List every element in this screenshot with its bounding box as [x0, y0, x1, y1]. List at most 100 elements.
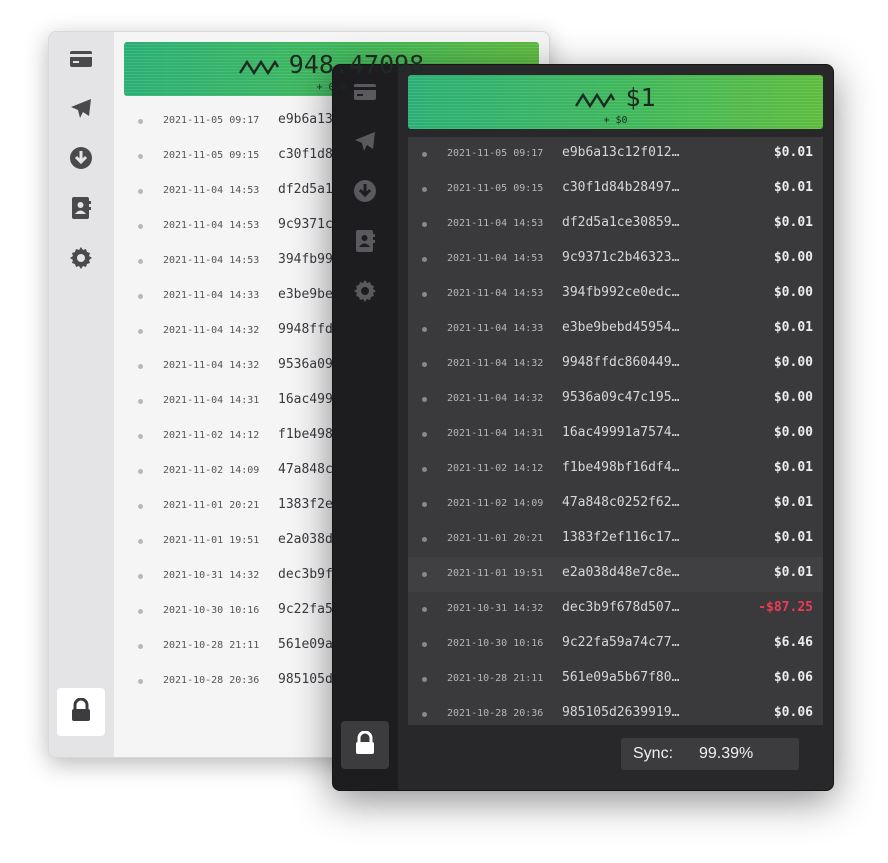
transaction-date: 2021-11-01 19:51: [163, 535, 260, 546]
transaction-date: 2021-11-04 14:32: [447, 358, 544, 369]
transaction-amount: $0.01: [773, 530, 813, 545]
transaction-date: 2021-10-30 10:16: [163, 605, 260, 616]
transaction-row[interactable]: 2021-11-04 14:53 df2d5a1ce30859… $0.01: [408, 207, 823, 242]
transaction-amount: $0.01: [773, 180, 813, 195]
card-icon[interactable]: [69, 47, 93, 71]
status-dot-icon: [138, 154, 143, 159]
transaction-hash: df2d5a1ce30859…: [562, 215, 680, 230]
status-dot-icon: [422, 642, 427, 647]
status-dot-icon: [422, 572, 427, 577]
transaction-row[interactable]: 2021-11-04 14:53 394fb992ce0edc… $0.00: [408, 277, 823, 312]
transaction-row[interactable]: 2021-11-04 14:31 16ac49991a7574… $0.00: [408, 417, 823, 452]
transaction-date: 2021-11-04 14:31: [447, 428, 544, 439]
balance-value: 948.47098: [288, 50, 425, 79]
transaction-amount: $0.01: [773, 320, 813, 335]
contacts-icon[interactable]: [353, 229, 377, 253]
transaction-row[interactable]: 2021-10-28 20:36 985105d2639919… $0.06: [408, 697, 823, 725]
transaction-date: 2021-11-04 14:53: [447, 253, 544, 264]
transaction-amount: $0.01: [773, 145, 813, 160]
transaction-hash: 9948ffd: [278, 322, 333, 337]
transaction-amount: -$87.25: [758, 600, 813, 615]
transaction-hash: 9c9371c2b46323…: [562, 250, 680, 265]
transaction-hash: 985105d: [278, 672, 333, 687]
transaction-date: 2021-10-31 14:32: [447, 603, 544, 614]
transaction-row[interactable]: 2021-11-01 19:51 e2a038d48e7c8e… $0.01: [408, 557, 823, 592]
transaction-row[interactable]: 2021-11-04 14:53 9c9371c2b46323… $0.00: [408, 242, 823, 277]
status-dot-icon: [138, 224, 143, 229]
transaction-hash: 9c22fa59a74c77…: [562, 635, 680, 650]
transaction-amount: $0.01: [773, 565, 813, 580]
transaction-amount: $0.00: [773, 250, 813, 265]
transaction-date: 2021-10-28 21:11: [163, 640, 260, 651]
transaction-hash: 9948ffdc860449…: [562, 355, 680, 370]
transaction-row[interactable]: 2021-11-01 20:21 1383f2ef116c17… $0.01: [408, 522, 823, 557]
transaction-date: 2021-11-04 14:31: [163, 395, 260, 406]
transaction-hash: 16ac49991a7574…: [562, 425, 680, 440]
lock-icon: [354, 730, 376, 759]
transaction-hash: 394fb99: [278, 252, 333, 267]
transaction-hash: 1383f2ef116c17…: [562, 530, 680, 545]
transaction-amount: $0.00: [773, 355, 813, 370]
transaction-hash: e2a038d: [278, 532, 333, 547]
transaction-row[interactable]: 2021-11-05 09:17 e9b6a13c12f012… $0.01: [408, 137, 823, 172]
transaction-row[interactable]: 2021-10-28 21:11 561e09a5b67f80… $0.06: [408, 662, 823, 697]
status-dot-icon: [138, 434, 143, 439]
transaction-date: 2021-11-05 09:17: [163, 115, 260, 126]
transaction-hash: 9536a09: [278, 357, 333, 372]
transaction-date: 2021-11-02 14:09: [447, 498, 544, 509]
transaction-row[interactable]: 2021-11-04 14:32 9948ffdc860449… $0.00: [408, 347, 823, 382]
status-dot-icon: [422, 677, 427, 682]
sync-status: Sync: 99.39%: [621, 738, 799, 770]
sync-label: Sync:: [633, 745, 674, 762]
contacts-icon[interactable]: [69, 196, 93, 220]
transaction-date: 2021-10-28 20:36: [447, 708, 544, 719]
receive-icon[interactable]: [353, 179, 377, 203]
transaction-row[interactable]: 2021-11-04 14:32 9536a09c47c195… $0.00: [408, 382, 823, 417]
status-dot-icon: [422, 712, 427, 717]
transaction-row[interactable]: 2021-11-05 09:15 c30f1d84b28497… $0.01: [408, 172, 823, 207]
transaction-hash: e3be9bebd45954…: [562, 320, 680, 335]
status-dot-icon: [138, 189, 143, 194]
status-dot-icon: [422, 607, 427, 612]
lock-button[interactable]: [341, 721, 389, 769]
status-dot-icon: [138, 469, 143, 474]
transaction-row[interactable]: 2021-10-31 14:32 dec3b9f678d507… -$87.25: [408, 592, 823, 627]
transaction-hash: 47a848c0252f62…: [562, 495, 680, 510]
status-dot-icon: [138, 119, 143, 124]
transaction-hash: 9c22fa5: [278, 602, 333, 617]
send-icon[interactable]: [353, 130, 377, 154]
status-dot-icon: [422, 292, 427, 297]
transaction-amount: $0.06: [773, 705, 813, 720]
receive-icon[interactable]: [69, 146, 93, 170]
transaction-amount: $0.01: [773, 215, 813, 230]
status-dot-icon: [422, 257, 427, 262]
transaction-hash: dec3b9f678d507…: [562, 600, 680, 615]
transaction-row[interactable]: 2021-11-02 14:12 f1be498bf16df4… $0.01: [408, 452, 823, 487]
transaction-hash: f1be498bf16df4…: [562, 460, 680, 475]
transaction-date: 2021-11-04 14:53: [447, 288, 544, 299]
status-dot-icon: [422, 502, 427, 507]
transaction-date: 2021-10-30 10:16: [447, 638, 544, 649]
gear-icon[interactable]: [353, 279, 377, 303]
transaction-date: 2021-11-05 09:15: [163, 150, 260, 161]
transaction-date: 2021-11-01 20:21: [163, 500, 260, 511]
transaction-date: 2021-11-04 14:32: [163, 325, 260, 336]
transaction-date: 2021-10-28 20:36: [163, 675, 260, 686]
transaction-hash: dec3b9f: [278, 567, 333, 582]
send-icon[interactable]: [69, 97, 93, 121]
transaction-row[interactable]: 2021-11-04 14:33 e3be9bebd45954… $0.01: [408, 312, 823, 347]
status-dot-icon: [422, 537, 427, 542]
gear-icon[interactable]: [69, 246, 93, 270]
transaction-hash: e9b6a13: [278, 112, 333, 127]
transaction-list[interactable]: 2021-11-05 09:17 e9b6a13c12f012… $0.01 2021…: [408, 137, 823, 725]
transaction-date: 2021-11-04 14:53: [163, 255, 260, 266]
sidebar: [333, 65, 398, 790]
transaction-hash: df2d5a1: [278, 182, 333, 197]
transaction-date: 2021-11-02 14:09: [163, 465, 260, 476]
transaction-hash: c30f1d8: [278, 147, 333, 162]
transaction-row[interactable]: 2021-10-30 10:16 9c22fa59a74c77… $6.46: [408, 627, 823, 662]
transaction-row[interactable]: 2021-11-02 14:09 47a848c0252f62… $0.01: [408, 487, 823, 522]
transaction-date: 2021-10-28 21:11: [447, 673, 544, 684]
transaction-date: 2021-11-04 14:33: [447, 323, 544, 334]
lock-button[interactable]: [57, 688, 105, 736]
